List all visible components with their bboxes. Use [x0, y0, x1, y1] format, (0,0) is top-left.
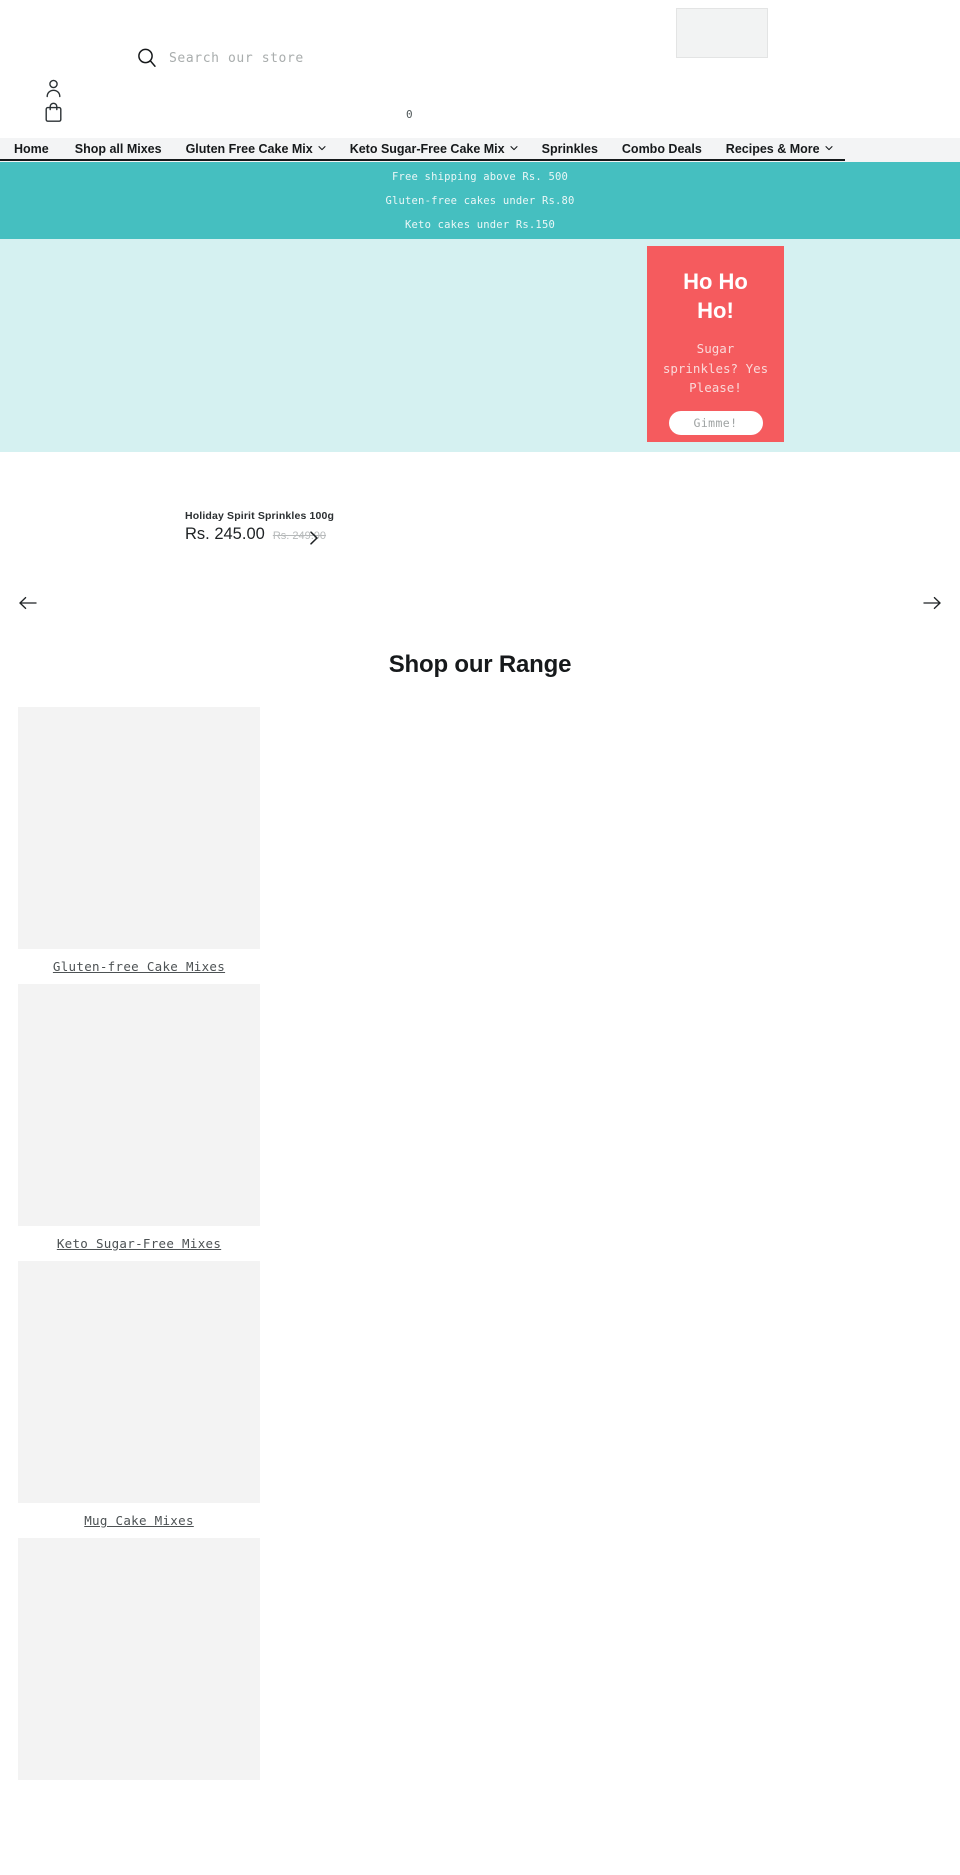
- search-icon[interactable]: [136, 47, 158, 69]
- collection-link[interactable]: Keto Sugar-Free Mixes: [0, 1236, 278, 1251]
- nav-item-label: Keto Sugar-Free Cake Mix: [349, 141, 505, 156]
- nav-item-label: Shop all Mixes: [74, 141, 162, 156]
- main-navigation: Home Shop all Mixes Gluten Free Cake Mix…: [0, 138, 960, 162]
- collection-list: Gluten-free Cake Mixes Keto Sugar-Free M…: [0, 707, 960, 1780]
- search-bar[interactable]: [136, 47, 469, 69]
- collection-card[interactable]: Mug Cake Mixes: [0, 1261, 960, 1528]
- nav-item-label: Gluten Free Cake Mix: [185, 141, 313, 156]
- collection-image[interactable]: [18, 1261, 260, 1503]
- featured-product-strip: Holiday Spirit Sprinkles 100g Rs. 245.00…: [0, 452, 960, 582]
- chevron-right-icon[interactable]: [307, 529, 321, 552]
- cart-icon[interactable]: [43, 101, 64, 128]
- nav-item-label: Sprinkles: [541, 141, 598, 156]
- nav-item-label: Home: [14, 141, 49, 156]
- nav-item-label: Recipes & More: [725, 141, 820, 156]
- site-header: 0: [0, 0, 960, 138]
- nav-item-gluten-free-cake-mix[interactable]: Gluten Free Cake Mix: [173, 138, 338, 161]
- page-title: Shop our Range: [388, 651, 572, 678]
- announcement-line: Gluten-free cakes under Rs.80: [385, 194, 575, 207]
- account-icon[interactable]: [44, 78, 63, 103]
- nav-item-sprinkles[interactable]: Sprinkles: [529, 138, 610, 161]
- announcement-line: Free shipping above Rs. 500: [391, 170, 569, 183]
- announcement-bar: Free shipping above Rs. 500 Gluten-free …: [0, 162, 960, 239]
- nav-item-shop-all-mixes[interactable]: Shop all Mixes: [62, 138, 174, 161]
- chevron-down-icon: [318, 144, 326, 152]
- promo-subtitle: Sugar sprinkles? Yes Please!: [662, 341, 769, 395]
- collection-card[interactable]: Keto Sugar-Free Mixes: [0, 984, 960, 1251]
- promo-cta-button[interactable]: Gimme!: [668, 411, 763, 436]
- collection-link[interactable]: Gluten-free Cake Mixes: [0, 959, 278, 974]
- collection-image[interactable]: [18, 984, 260, 1226]
- nav-item-combo-deals[interactable]: Combo Deals: [609, 138, 714, 161]
- collection-image[interactable]: [18, 1538, 260, 1780]
- nav-item-recipes-and-more[interactable]: Recipes & More: [713, 138, 845, 161]
- collection-card[interactable]: [0, 1538, 960, 1780]
- collection-card[interactable]: Gluten-free Cake Mixes: [0, 707, 960, 974]
- carousel-controls: [0, 582, 960, 638]
- promo-title: Ho Ho Ho!: [683, 269, 748, 323]
- site-logo[interactable]: [676, 8, 768, 58]
- announcement-line: Keto cakes under Rs.150: [405, 218, 555, 231]
- promo-popup-card: Ho Ho Ho! Sugar sprinkles? Yes Please! G…: [647, 246, 784, 442]
- nav-item-home[interactable]: Home: [0, 138, 63, 161]
- arrow-left-icon[interactable]: [18, 594, 38, 617]
- chevron-down-icon: [825, 144, 833, 152]
- product-title: Holiday Spirit Sprinkles 100g: [185, 510, 335, 522]
- chevron-down-icon: [510, 144, 518, 152]
- search-input[interactable]: [169, 50, 469, 66]
- collection-link[interactable]: Mug Cake Mixes: [0, 1513, 278, 1528]
- nav-item-keto-sugar-free-cake-mix[interactable]: Keto Sugar-Free Cake Mix: [337, 138, 530, 161]
- hero-banner: Ho Ho Ho! Sugar sprinkles? Yes Please! G…: [0, 239, 960, 452]
- collection-image[interactable]: [18, 707, 260, 949]
- arrow-right-icon[interactable]: [922, 594, 942, 617]
- product-price: Rs. 245.00: [185, 525, 265, 543]
- cart-count-badge: 0: [406, 108, 413, 121]
- nav-item-label: Combo Deals: [621, 141, 702, 156]
